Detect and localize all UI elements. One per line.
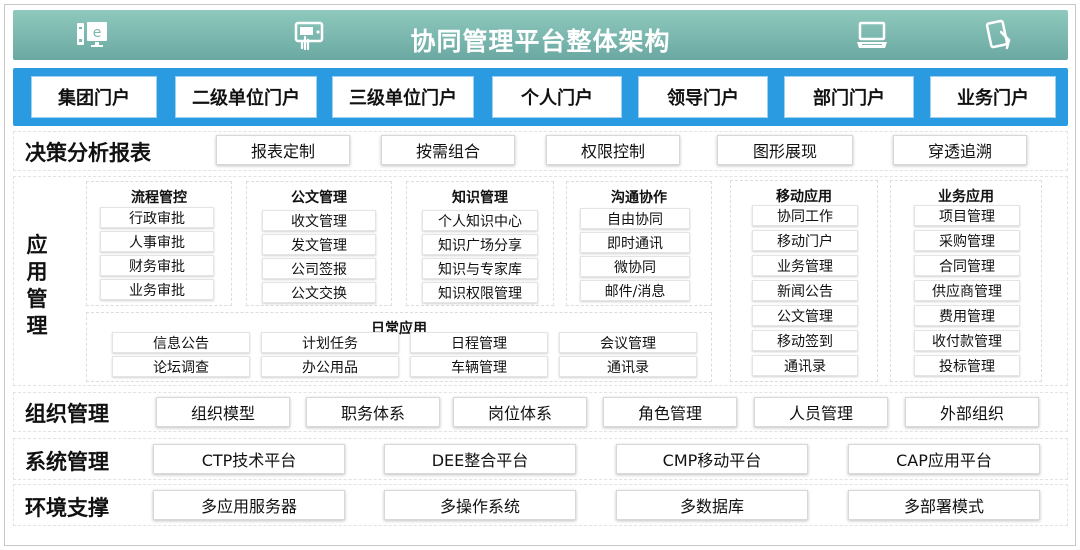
app-item: 论坛调查: [112, 356, 250, 377]
system-label: 系统管理: [25, 450, 109, 474]
app-item: 项目管理: [914, 205, 1020, 226]
app-item: 知识与专家库: [422, 258, 538, 279]
portal-item: 部门门户: [784, 76, 914, 118]
org-item: 职务体系: [306, 397, 440, 427]
org-item: 岗位体系: [453, 397, 587, 427]
app-item: 业务审批: [100, 279, 214, 300]
env-item: 多部署模式: [848, 490, 1040, 520]
diagram-title: 协同管理平台整体架构: [410, 27, 671, 56]
app-label-char: 理: [26, 314, 48, 338]
app-item: 人事审批: [100, 231, 214, 252]
app-item: 供应商管理: [914, 280, 1020, 301]
app-item: 协同工作: [752, 205, 858, 226]
header-bar: e 协同管理平台整体架构: [13, 10, 1068, 60]
org-item: 角色管理: [603, 397, 737, 427]
app-item: 收文管理: [262, 210, 376, 231]
app-item: 业务管理: [752, 255, 858, 276]
portal-item: 领导门户: [638, 76, 768, 118]
app-item: 个人知识中心: [422, 210, 538, 231]
app-item: 收付款管理: [914, 330, 1020, 351]
app-item: 采购管理: [914, 230, 1020, 251]
app-item: 车辆管理: [410, 356, 548, 377]
decision-item: 报表定制: [216, 135, 350, 165]
app-item: 会议管理: [559, 332, 697, 353]
app-item: 知识广场分享: [422, 234, 538, 255]
portal-item: 三级单位门户: [332, 76, 474, 118]
env-item: 多应用服务器: [153, 490, 345, 520]
env-item: 多操作系统: [384, 490, 576, 520]
decision-item: 穿透追溯: [893, 135, 1027, 165]
env-item: 多数据库: [616, 490, 808, 520]
app-item: 合同管理: [914, 255, 1020, 276]
app-item: 自由协同: [580, 208, 690, 229]
org-item: 人员管理: [754, 397, 888, 427]
org-label: 组织管理: [25, 402, 109, 426]
app-item: 即时通讯: [580, 232, 690, 253]
decision-item: 图形展现: [717, 135, 853, 165]
app-item: 微协同: [580, 256, 690, 277]
app-item: 邮件/消息: [580, 280, 690, 301]
portal-item: 集团门户: [31, 76, 157, 118]
app-item: 信息公告: [112, 332, 250, 353]
system-item: DEE整合平台: [384, 444, 576, 474]
app-item: 通讯录: [559, 356, 697, 377]
app-item: 公司签报: [262, 258, 376, 279]
app-item: 财务审批: [100, 255, 214, 276]
app-item: 移动签到: [752, 330, 858, 351]
decision-label: 决策分析报表: [25, 141, 151, 165]
org-item: 外部组织: [905, 397, 1039, 427]
app-item: 计划任务: [261, 332, 399, 353]
app-item: 公文管理: [752, 305, 858, 326]
app-item: 日程管理: [410, 332, 548, 353]
decision-item: 按需组合: [381, 135, 515, 165]
group-title: 公文管理: [291, 190, 347, 206]
portal-bar: 集团门户 二级单位门户 三级单位门户 个人门户 领导门户 部门门户 业务门户: [13, 68, 1068, 126]
app-item: 费用管理: [914, 305, 1020, 326]
env-label: 环境支撑: [25, 496, 109, 520]
org-item: 组织模型: [156, 397, 290, 427]
app-item: 办公用品: [261, 356, 399, 377]
system-item: CAP应用平台: [848, 444, 1040, 474]
app-label-char: 用: [26, 260, 48, 284]
group-title: 业务应用: [938, 189, 994, 205]
app-label-char: 管: [26, 287, 48, 311]
group-title: 知识管理: [452, 190, 508, 206]
group-title: 流程管控: [131, 190, 187, 206]
app-item: 知识权限管理: [422, 282, 538, 303]
decision-item: 权限控制: [546, 135, 680, 165]
app-item: 行政审批: [100, 207, 214, 228]
group-title: 移动应用: [776, 189, 832, 205]
app-item: 通讯录: [752, 355, 858, 376]
app-item: 发文管理: [262, 234, 376, 255]
app-label-char: 应: [26, 233, 48, 257]
app-item: 投标管理: [914, 355, 1020, 376]
portal-item: 业务门户: [930, 76, 1056, 118]
system-item: CTP技术平台: [153, 444, 345, 474]
portal-item: 个人门户: [492, 76, 622, 118]
group-title: 沟通协作: [611, 190, 667, 206]
app-management-label: 应 用 管 理: [22, 232, 52, 340]
portal-item: 二级单位门户: [175, 76, 317, 118]
app-item: 新闻公告: [752, 280, 858, 301]
app-item: 移动门户: [752, 230, 858, 251]
system-item: CMP移动平台: [616, 444, 808, 474]
app-item: 公文交换: [262, 282, 376, 303]
